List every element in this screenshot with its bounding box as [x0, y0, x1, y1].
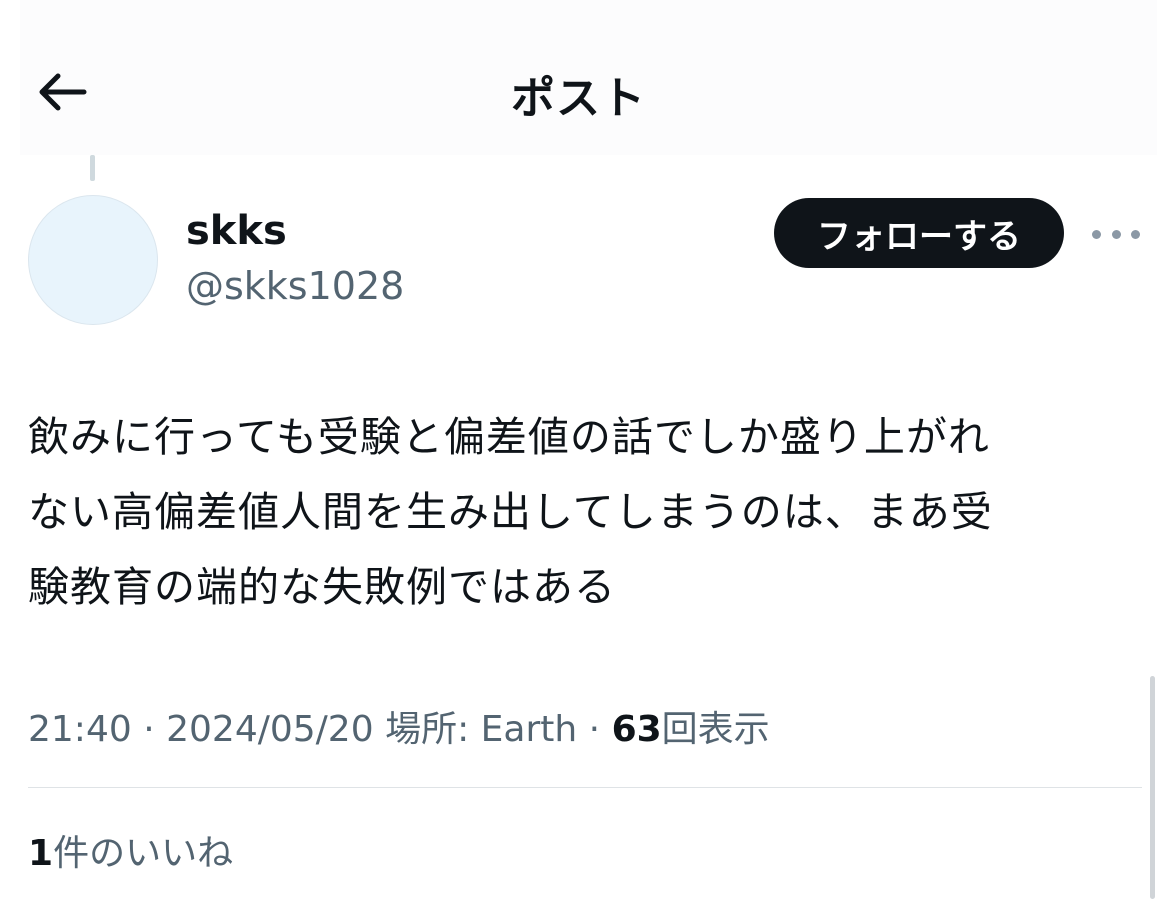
likes-count: 1	[28, 833, 54, 874]
page-title: ポスト	[511, 73, 646, 124]
more-horizontal-icon	[1092, 229, 1101, 239]
meta-separator: ·	[143, 709, 155, 750]
post-date[interactable]: 2024/05/20	[166, 709, 374, 750]
location-label: 場所:	[385, 709, 470, 750]
thread-connector-line	[90, 155, 95, 181]
likes-label: 件のいいね	[53, 833, 234, 874]
meta-separator: ·	[588, 709, 601, 750]
location-value: Earth	[480, 709, 578, 750]
views-count: 63	[611, 709, 662, 750]
author-display-name[interactable]: skks	[186, 208, 287, 254]
views-label: 回表示	[661, 709, 770, 750]
likes-stat[interactable]: 1件のいいね	[28, 824, 233, 876]
follow-button[interactable]: フォローする	[774, 198, 1064, 268]
avatar[interactable]	[28, 195, 158, 325]
more-horizontal-icon	[1131, 229, 1140, 239]
post-metadata: 21:40 · 2024/05/20 場所: Earth · 63回表示	[28, 700, 770, 752]
post-text: 飲みに行っても受験と偏差値の話でしか盛り上がれ ない高偏差値人間を生み出してしま…	[28, 400, 1138, 625]
post-text-line: ない高偏差値人間を生み出してしまうのは、まあ受	[28, 488, 993, 536]
author-handle[interactable]: @skks1028	[186, 264, 404, 308]
more-options-button[interactable]	[1092, 222, 1140, 246]
post-text-line: 飲みに行っても受験と偏差値の話でしか盛り上がれ	[28, 413, 990, 461]
scrollbar-thumb[interactable]	[1150, 676, 1155, 899]
divider	[28, 787, 1142, 788]
more-horizontal-icon	[1111, 229, 1121, 239]
post-time[interactable]: 21:40	[28, 709, 132, 750]
post-text-line: 験教育の端的な失敗例ではある	[28, 563, 616, 611]
